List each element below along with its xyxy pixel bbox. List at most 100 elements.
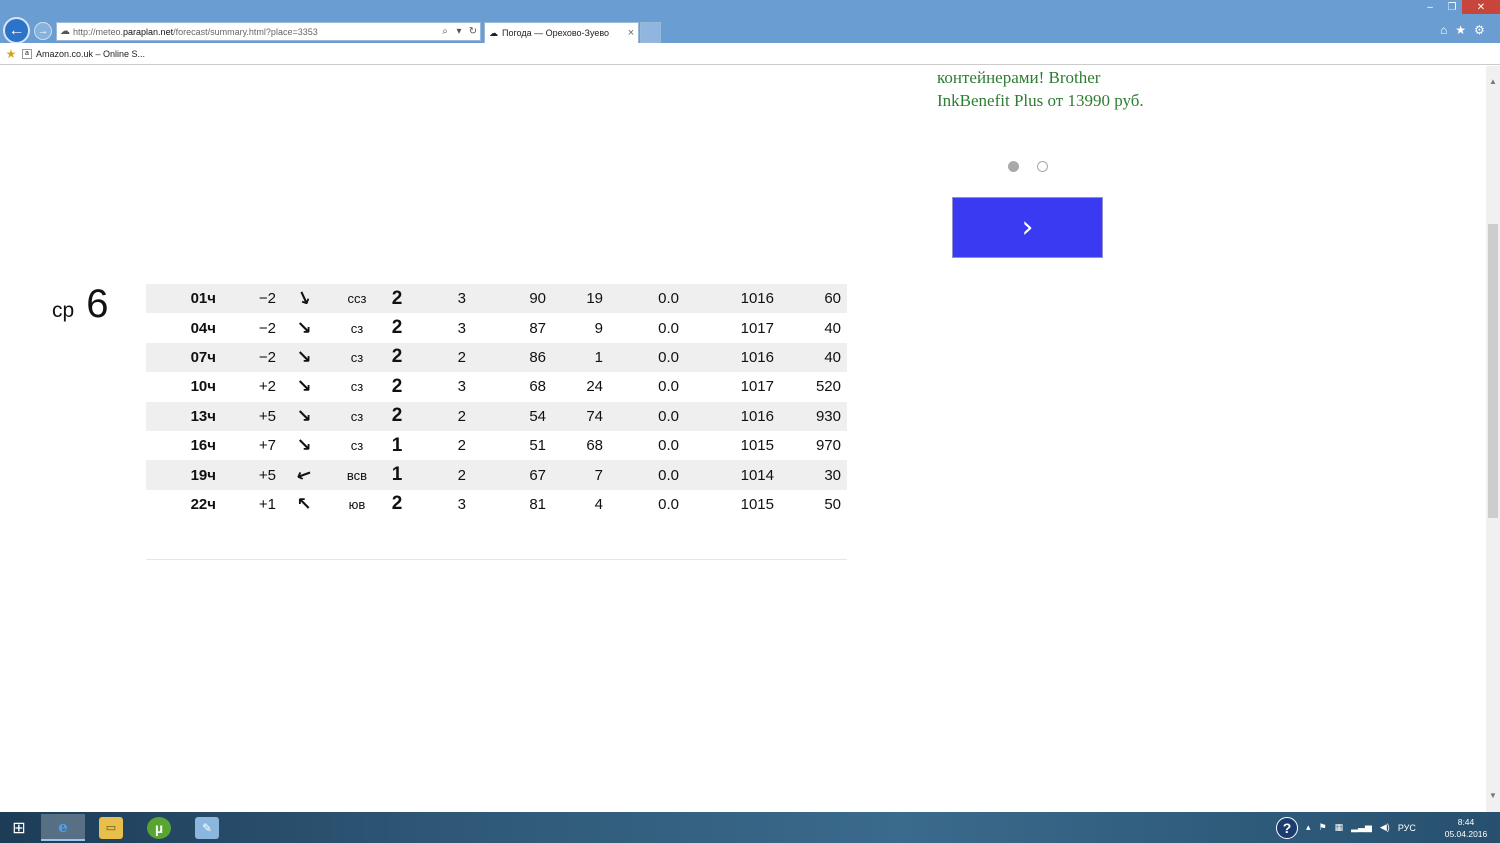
tab-title: Погода — Орехово-Зуево [502, 28, 610, 38]
visibility-cell: 60 [774, 284, 847, 314]
cloudiness-cell: 9 [594, 319, 603, 337]
gust-cell: 2 [412, 460, 466, 490]
wind-direction-cell: всв [332, 460, 382, 490]
windows-logo-icon[interactable]: ⊞ [0, 812, 38, 843]
wind-speed-cell: 2 [382, 342, 412, 373]
temperature-cell: +7 [258, 437, 276, 455]
pressure-cell: 1017 [740, 319, 774, 337]
precipitation-cell: 0.0 [658, 437, 679, 455]
wind-speed-cell: 2 [391, 493, 403, 515]
wind-arrow-cell: ↘ [276, 401, 332, 431]
time-cell: 13ч [146, 401, 216, 431]
wind-speed-cell: 2 [391, 375, 403, 397]
add-favorite-icon[interactable]: ★ [0, 47, 22, 61]
cloudiness-cell: 74 [546, 401, 603, 431]
wind-direction-cell: сз [332, 401, 382, 431]
flag-icon[interactable]: ⚑ [1319, 822, 1327, 833]
url-path: /forecast/summary.html?place=3353 [173, 26, 318, 37]
clock[interactable]: 8:44 05.04.2016 [1440, 816, 1492, 840]
time-cell: 16ч [190, 437, 216, 455]
vertical-scrollbar[interactable]: ▲ ▼ [1486, 66, 1500, 812]
wind-direction-cell: юв [348, 496, 366, 512]
windows-taskbar: ⊞ e ▭ µ ✎ ? ▴ ⚑ ▦ ▂▃▅ ◀) РУС 8:44 05.04.… [0, 812, 1500, 843]
gear-icon[interactable]: ⚙ [1474, 23, 1485, 37]
internet-explorer-icon[interactable]: e [41, 814, 85, 841]
carousel-dot-1[interactable] [1008, 161, 1019, 172]
humidity-cell: 86 [466, 342, 546, 373]
address-url[interactable]: http://meteo.paraplan.net/forecast/summa… [73, 27, 438, 37]
amazon-icon: a [22, 48, 32, 59]
carousel-dot-2[interactable] [1037, 161, 1048, 172]
language-indicator[interactable]: РУС [1398, 823, 1416, 833]
scroll-up-icon[interactable]: ▲ [1486, 74, 1500, 88]
visibility-cell: 970 [815, 437, 841, 455]
temperature-cell: +1 [258, 495, 276, 513]
wind-speed-cell: 2 [382, 401, 412, 431]
wind-direction-arrow-icon: ↘ [293, 286, 315, 311]
scroll-down-icon[interactable]: ▼ [1486, 788, 1500, 802]
wind-arrow-cell: ↙ [276, 460, 332, 490]
show-hidden-icons-icon[interactable]: ▴ [1306, 822, 1311, 833]
temperature-cell: −2 [258, 319, 276, 337]
close-tab-icon[interactable]: × [624, 27, 638, 39]
new-tab-button[interactable] [640, 22, 661, 43]
wind-speed-cell: 2 [382, 284, 412, 314]
visibility-cell: 40 [824, 319, 841, 337]
tab-weather[interactable]: ☁ Погода — Орехово-Зуево × [484, 22, 639, 43]
ad-next-button[interactable]: › [952, 197, 1103, 258]
utorrent-icon[interactable]: µ [137, 814, 181, 841]
forward-button[interactable]: → [34, 22, 52, 40]
home-icon[interactable]: ⌂ [1440, 23, 1447, 37]
restore-button[interactable]: ❐ [1442, 0, 1462, 14]
favorite-amazon[interactable]: a Amazon.co.uk – Online S... [22, 48, 145, 59]
forecast-row: 22ч +1 ↖ юв 2 3 81 4 0.0 1015 50 [146, 490, 847, 519]
humidity-cell: 90 [466, 284, 546, 314]
wind-direction-arrow-icon: ↘ [296, 435, 312, 456]
volume-icon[interactable]: ◀) [1380, 822, 1390, 833]
back-button[interactable]: ← [3, 17, 30, 44]
wind-arrow-cell: ↘ [276, 284, 332, 314]
forecast-row: 04ч −2 ↘ сз 2 3 87 9 0.0 1017 40 [146, 313, 847, 342]
precipitation-cell: 0.0 [603, 342, 679, 373]
visibility-cell: 930 [774, 401, 847, 431]
pressure-cell: 1017 [740, 378, 774, 396]
wind-direction-cell: сз [350, 379, 364, 395]
favorites-star-icon[interactable]: ★ [1455, 23, 1466, 37]
page-cloud-icon: ☁ [60, 26, 70, 37]
cloudiness-cell: 24 [586, 378, 603, 396]
help-icon[interactable]: ? [1276, 816, 1298, 839]
minimize-button[interactable]: – [1418, 0, 1442, 14]
forward-arrow-icon: → [37, 25, 49, 37]
dropdown-icon[interactable]: ▾ [452, 26, 466, 37]
url-prefix: http://meteo. [73, 26, 124, 37]
humidity-cell: 51 [529, 437, 546, 455]
wind-arrow-cell: ↘ [276, 342, 332, 373]
visibility-cell: 40 [774, 342, 847, 373]
network-icon[interactable]: ▦ [1335, 822, 1344, 833]
clock-time: 8:44 [1457, 817, 1475, 827]
file-explorer-icon[interactable]: ▭ [89, 814, 133, 841]
refresh-icon[interactable]: ↻ [466, 26, 480, 37]
precipitation-cell: 0.0 [603, 401, 679, 431]
wind-direction-cell: сз [332, 342, 382, 373]
visibility-cell: 50 [824, 495, 841, 513]
wind-direction-arrow-icon: ↙ [293, 462, 316, 487]
forecast-table: 01ч −2 ↘ ссз 2 3 90 19 0.0 1016 60 04ч −2 ↘ сз 2 3 87 9 0.0… [146, 284, 847, 519]
pressure-cell: 1016 [679, 342, 774, 373]
paint-icon[interactable]: ✎ [185, 814, 229, 841]
signal-icon[interactable]: ▂▃▅ [1351, 822, 1372, 833]
gust-cell: 2 [412, 342, 466, 373]
address-bar[interactable]: ☁ http://meteo.paraplan.net/forecast/sum… [56, 22, 481, 41]
pressure-cell: 1016 [679, 284, 774, 314]
precipitation-cell: 0.0 [603, 284, 679, 314]
wind-direction-cell: ссз [332, 284, 382, 314]
scroll-thumb[interactable] [1488, 224, 1498, 518]
ad-text[interactable]: контейнерами! Brother InkBenefit Plus от… [937, 67, 1147, 112]
search-icon[interactable]: ⌕ [438, 26, 452, 37]
pressure-cell: 1016 [679, 401, 774, 431]
close-window-button[interactable]: ✕ [1462, 0, 1500, 14]
wind-speed-cell: 1 [391, 434, 403, 456]
pressure-cell: 1015 [740, 437, 774, 455]
time-cell: 22ч [190, 495, 216, 513]
gust-cell: 3 [457, 378, 466, 396]
